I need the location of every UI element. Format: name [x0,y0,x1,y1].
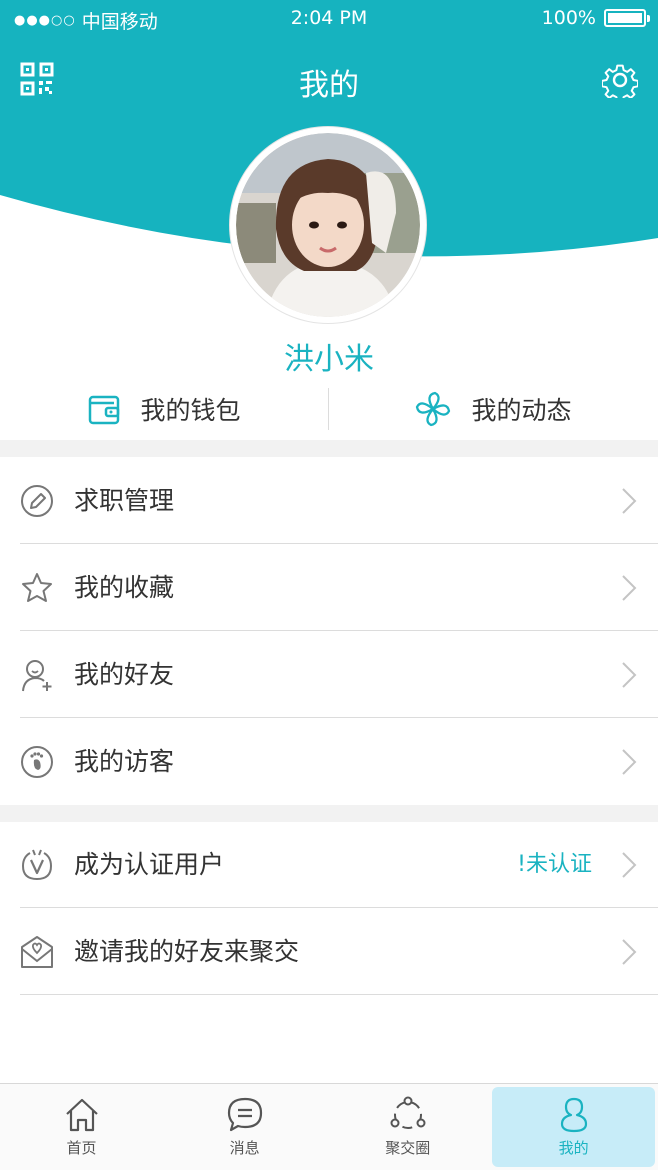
section-gap [0,440,658,457]
menu-item-label: 我的好友 [74,660,175,689]
star-icon [22,573,52,602]
username[interactable]: 洪小米 [0,334,658,378]
battery-group: 100% [541,7,650,29]
status-bar: ●●●○○ 中国移动 2:04 PM 100% [0,0,658,36]
menu-item-friends[interactable]: 我的好友 [0,632,658,718]
chevron-right-icon [622,852,637,878]
home-icon [65,1098,98,1132]
tab-messages[interactable]: 消息 [163,1084,326,1170]
menu-item-label: 求职管理 [74,486,175,515]
menu-item-visitors[interactable]: 我的访客 [0,719,658,805]
chevron-right-icon [622,488,637,514]
battery-icon [604,9,650,27]
avatar-photo [236,133,420,317]
avatar[interactable] [230,127,426,323]
quick-links: 我的钱包 我的动态 [0,384,658,434]
menu-item-label: 我的收藏 [74,573,175,602]
chat-icon [227,1097,262,1132]
menu-item-job-management[interactable]: 求职管理 [0,458,658,544]
menu-item-favorites[interactable]: 我的收藏 [0,545,658,631]
tab-label: 聚交圈 [385,1139,431,1157]
tab-label: 消息 [229,1139,260,1157]
tab-me[interactable]: 我的 [492,1087,655,1167]
pencil-icon [21,485,53,517]
footprint-icon [21,746,53,778]
add-friend-icon [22,660,52,692]
chevron-right-icon [622,662,637,688]
gear-icon[interactable] [602,62,638,98]
moments-label: 我的动态 [471,396,572,425]
divider [20,630,658,631]
invite-mail-icon [21,936,53,968]
menu-item-label: 我的访客 [74,747,175,776]
tab-circle[interactable]: 聚交圈 [326,1084,489,1170]
tab-label: 首页 [66,1139,97,1157]
quick-divider [328,388,329,430]
menu-item-invite[interactable]: 邀请我的好友来聚交 [0,909,658,995]
wallet-icon [89,395,120,425]
chevron-right-icon [622,749,637,775]
chevron-right-icon [622,575,637,601]
wallet-link[interactable]: 我的钱包 [0,384,329,434]
pinwheel-icon [416,391,451,427]
divider [20,717,658,718]
tab-label: 我的 [558,1139,589,1157]
verify-icon [21,849,53,881]
page-title: 我的 [299,68,359,103]
wallet-label: 我的钱包 [140,396,241,425]
moments-link[interactable]: 我的动态 [329,384,658,434]
section-gap [0,805,658,822]
verify-status: !未认证 [517,852,592,877]
divider [20,994,658,995]
user-icon [560,1097,587,1133]
menu-item-label: 成为认证用户 [74,850,225,879]
divider [20,907,658,908]
menu-item-label: 邀请我的好友来聚交 [74,937,300,966]
menu-item-verify[interactable]: 成为认证用户 !未认证 [0,822,658,908]
divider [20,543,658,544]
battery-percent: 100% [541,7,596,29]
tab-home[interactable]: 首页 [0,1084,163,1170]
tab-bar: 首页 消息 聚交圈 我的 [0,1083,658,1170]
circle-icon [390,1096,426,1129]
chevron-right-icon [622,939,637,965]
